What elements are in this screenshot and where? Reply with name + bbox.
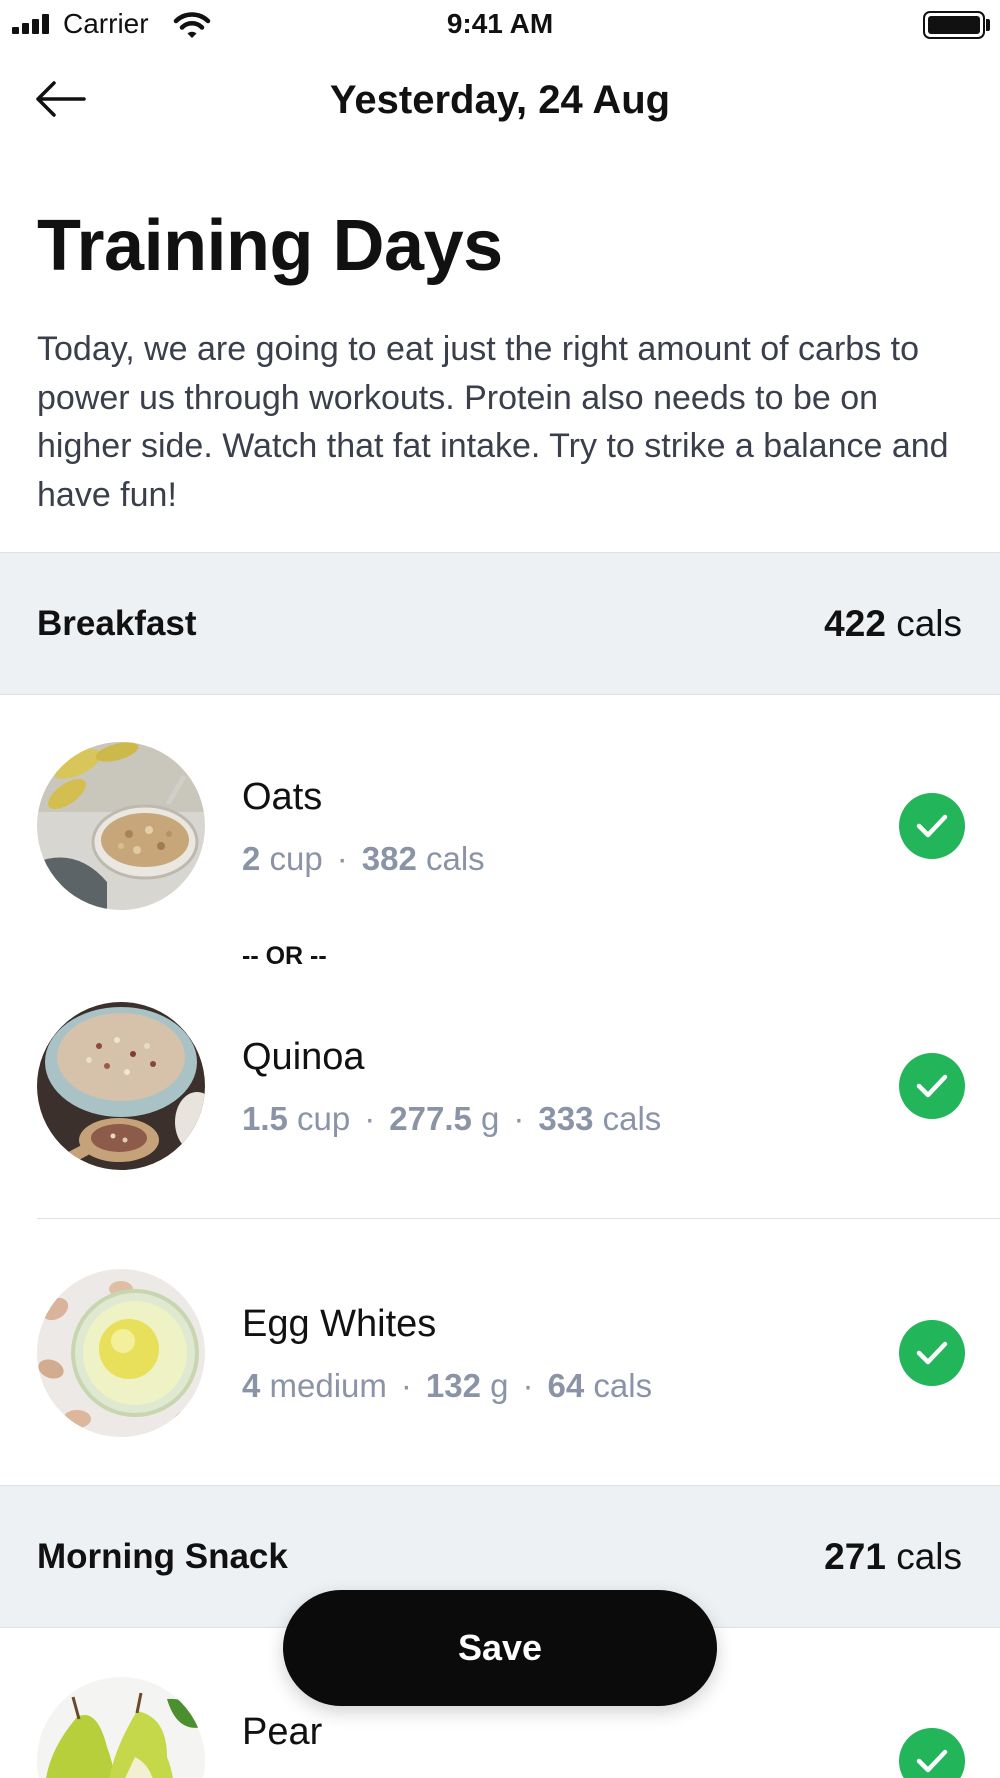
food-photo-pear: [37, 1677, 205, 1778]
nav-bar: Yesterday, 24 Aug: [0, 60, 1000, 142]
divider: [37, 1218, 1000, 1219]
checkmark-icon: [916, 1074, 948, 1098]
section-calories: 271 cals: [824, 1535, 962, 1577]
food-name: Pear: [242, 1711, 323, 1753]
page-description: Today, we are going to eat just the righ…: [37, 330, 949, 514]
checkmark-icon: [916, 1341, 948, 1365]
checkmark-icon: [916, 1749, 948, 1773]
food-meta: 4 medium · 132 g · 64 cals: [242, 1367, 653, 1404]
food-item-quinoa[interactable]: Quinoa 1.5 cup · 277.5 g · 333 cals: [0, 1002, 1000, 1178]
section-calories: 422 cals: [824, 602, 962, 644]
battery-tip: [986, 19, 990, 31]
checkmark-icon: [916, 814, 948, 838]
save-button[interactable]: Save: [283, 1590, 717, 1706]
checked-toggle[interactable]: [899, 1320, 965, 1386]
battery-icon: [923, 11, 985, 39]
food-name: Quinoa: [242, 1036, 365, 1078]
section-title: Breakfast: [37, 603, 197, 643]
section-title: Morning Snack: [37, 1536, 288, 1576]
food-photo-quinoa: [37, 1002, 205, 1170]
food-name: Egg Whites: [242, 1303, 437, 1345]
screen: Carrier 9:41 AM Yesterday, 24 Aug Traini…: [0, 0, 1000, 1778]
status-bar: Carrier 9:41 AM: [0, 0, 1000, 50]
or-separator: -- OR --: [242, 942, 327, 970]
section-header-breakfast: Breakfast 422 cals: [0, 552, 1000, 695]
status-time: 9:41 AM: [446, 8, 554, 39]
food-name: Oats: [242, 776, 323, 818]
nav-title: Yesterday, 24 Aug: [329, 78, 671, 122]
food-meta: 1.5 cup · 277.5 g · 333 cals: [242, 1100, 662, 1137]
food-photo-egg-whites: [37, 1269, 205, 1437]
food-photo-oats: [37, 742, 205, 910]
checked-toggle[interactable]: [899, 1728, 965, 1778]
food-item-oats[interactable]: Oats 2 cup · 382 cals: [0, 742, 1000, 918]
food-meta: 2 cup · 382 cals: [242, 840, 485, 877]
food-item-egg-whites[interactable]: Egg Whites 4 medium · 132 g · 64 cals: [0, 1269, 1000, 1445]
checked-toggle[interactable]: [899, 793, 965, 859]
checked-toggle[interactable]: [899, 1053, 965, 1119]
page-title: Training Days: [37, 206, 503, 286]
